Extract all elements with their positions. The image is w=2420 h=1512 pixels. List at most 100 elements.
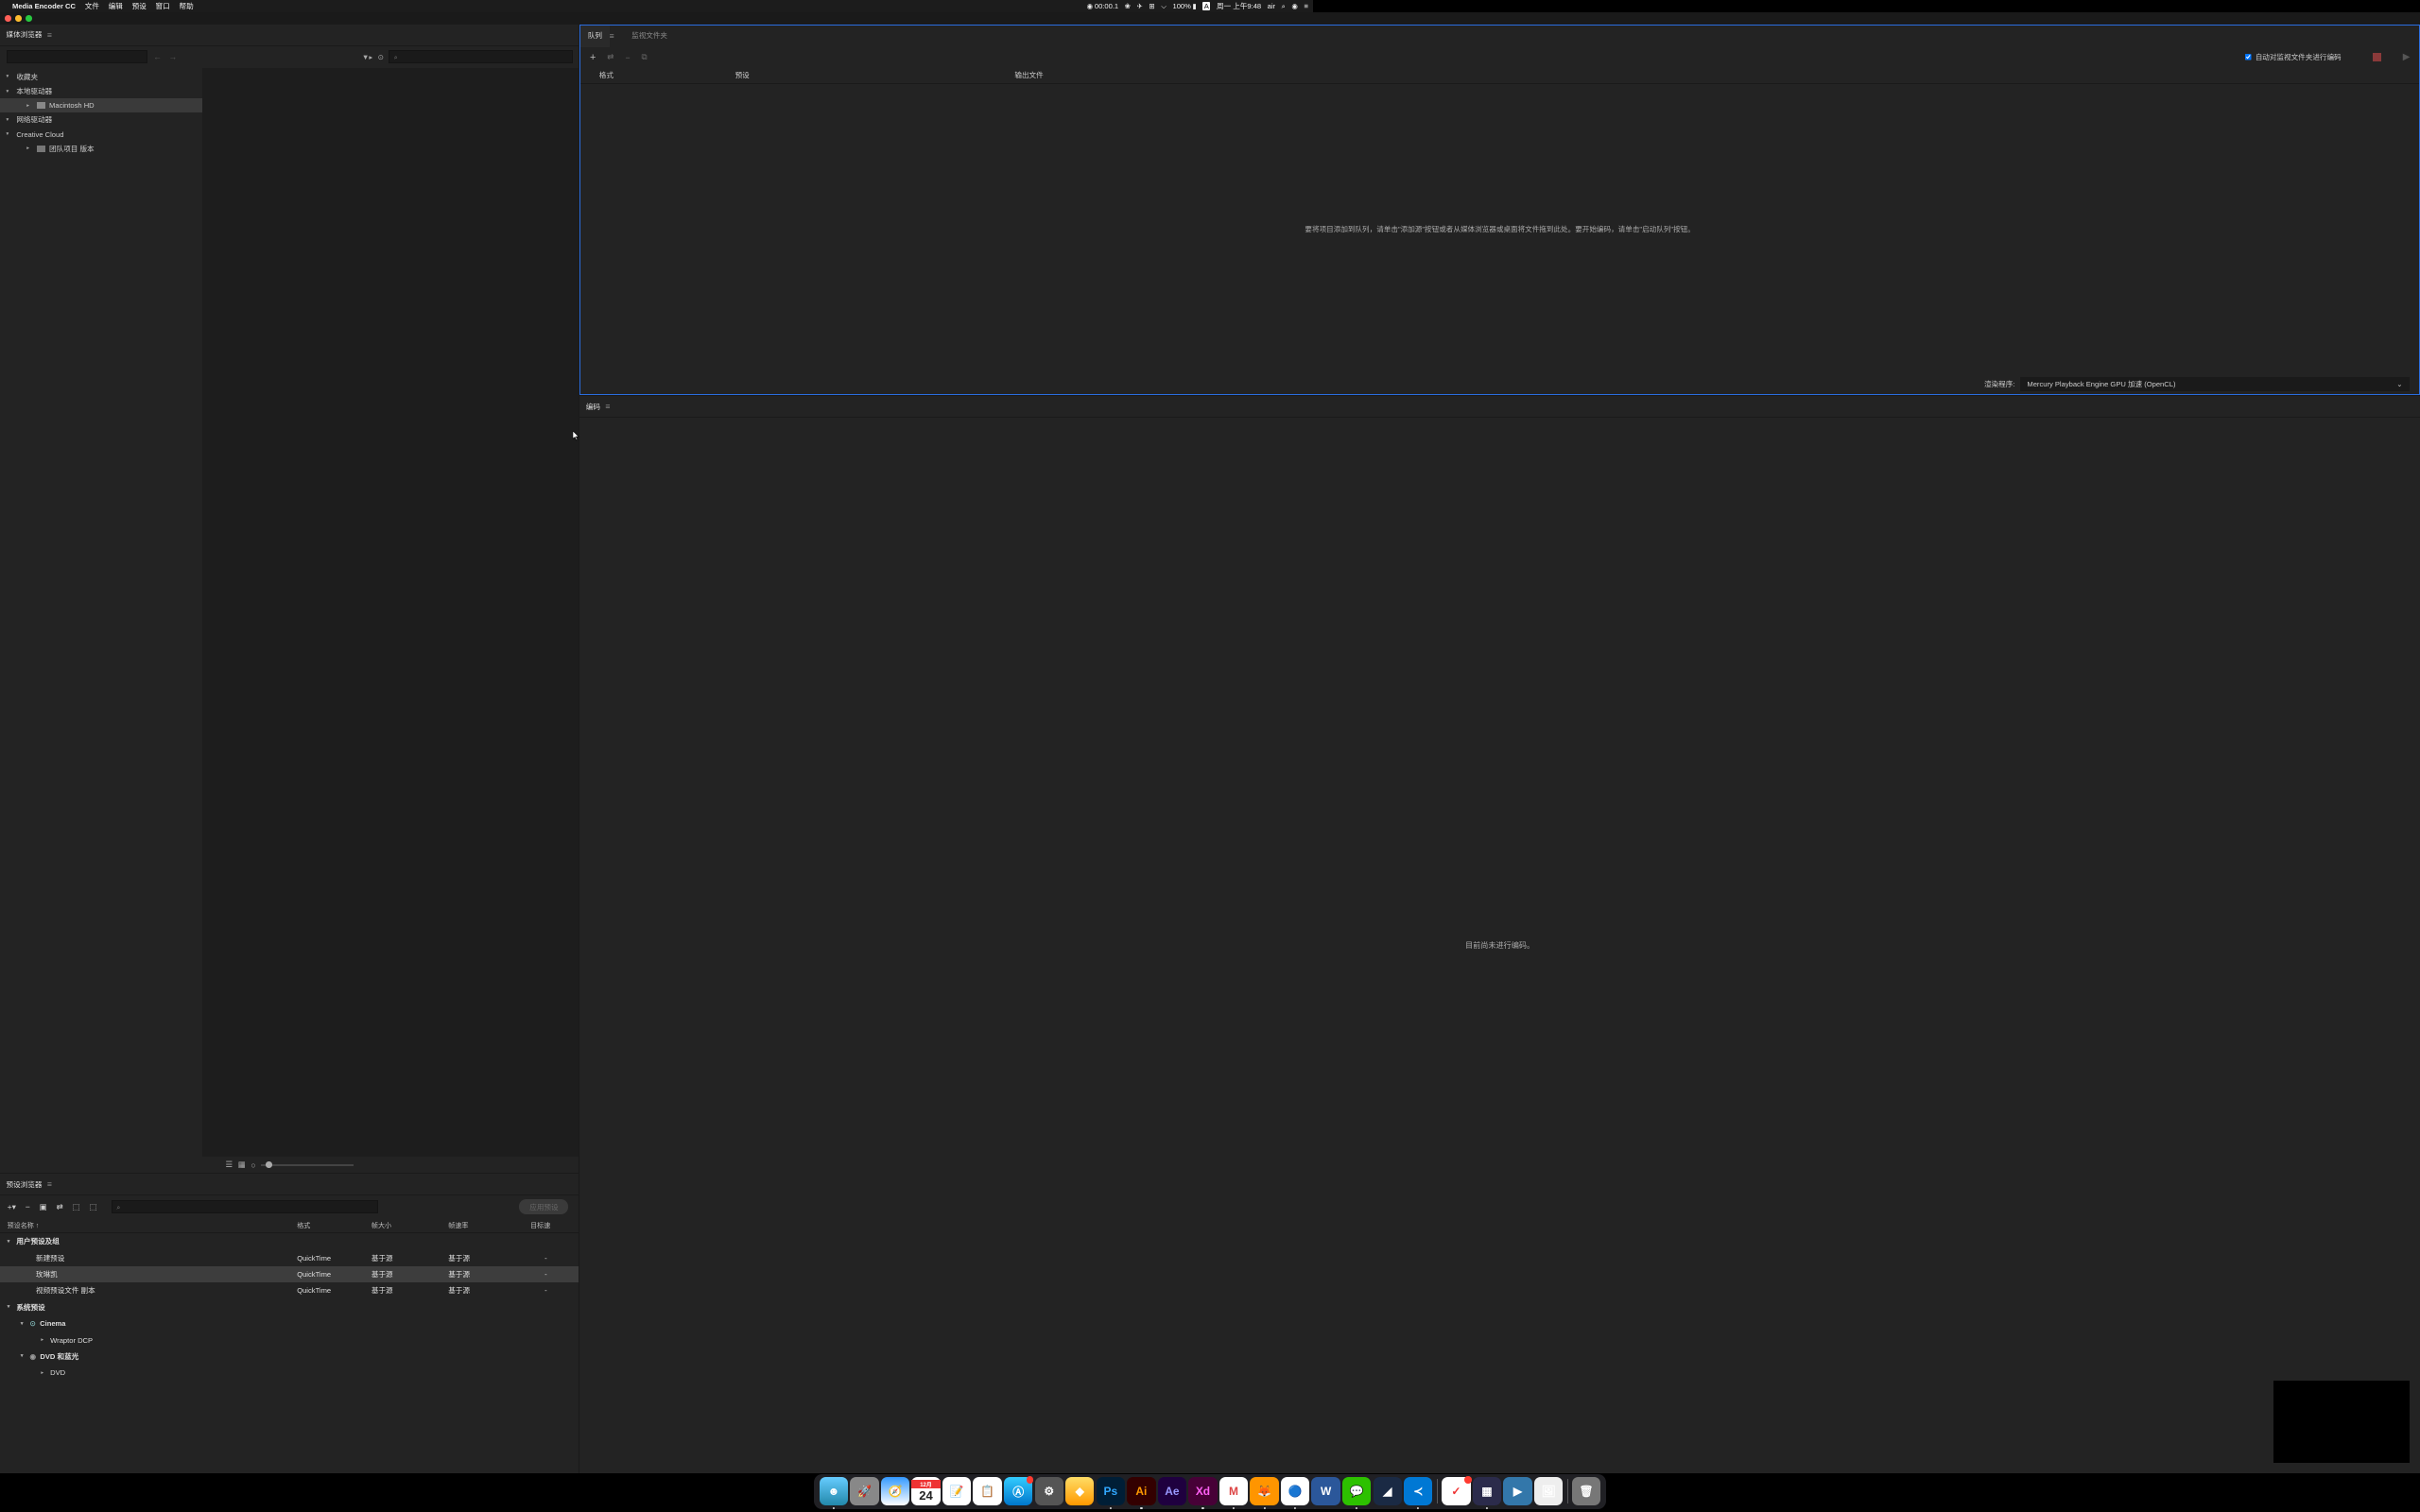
media-browser-content[interactable] (202, 68, 579, 1157)
header-format[interactable]: 格式 (599, 70, 735, 80)
preset-row[interactable]: 新建预设QuickTime基于源基于源- (0, 1250, 579, 1266)
header-format[interactable]: 格式 (297, 1221, 372, 1230)
settings-icon[interactable]: ⇄ (57, 1202, 63, 1212)
ingest-icon[interactable]: ⊙ (378, 53, 384, 61)
thumbnail-size-slider[interactable] (261, 1164, 354, 1166)
dock-finder[interactable]: ☻ (820, 1477, 848, 1505)
dock-calendar[interactable]: 12月24 (911, 1477, 940, 1505)
media-browser-path-dropdown[interactable] (7, 50, 147, 63)
dock-word[interactable]: W (1311, 1477, 1340, 1505)
dock-mediaencoder[interactable]: ▦ (1473, 1477, 1501, 1505)
dock-firefox[interactable]: 🦊 (1250, 1477, 1278, 1505)
dock-appstore[interactable]: Ⓐ (1004, 1477, 1032, 1505)
export-icon[interactable]: ⬚ (90, 1202, 97, 1212)
apply-preset-button[interactable]: 应用预设 (519, 1199, 568, 1213)
header-frame-size[interactable]: 帧大小 (372, 1221, 448, 1230)
preset-browser-title[interactable]: 预设浏览器 (7, 1179, 43, 1190)
dock-illustrator[interactable]: Ai (1127, 1477, 1155, 1505)
view-grid-icon[interactable]: ▦ (238, 1160, 246, 1170)
status-record[interactable]: ◉00:00.1 (1087, 2, 1119, 10)
status-battery[interactable]: 100% ▮ (1172, 2, 1196, 10)
add-preset-icon[interactable]: +▾ (8, 1202, 16, 1212)
encoding-title[interactable]: 编码 (586, 402, 600, 412)
dock-todoist[interactable]: ✓ (1442, 1477, 1470, 1505)
preset-group-dvd-bluray[interactable]: ▾◉DVD 和蓝光 (0, 1349, 579, 1365)
queue-empty-state[interactable]: 要将项目添加到队列，请单击"添加源"按钮或者从媒体浏览器或桌面将文件拖到此处。要… (580, 84, 2419, 374)
stop-queue-button[interactable] (2373, 53, 2381, 61)
header-name[interactable]: 预设名称 ↑ (8, 1221, 298, 1230)
dock-sketch[interactable]: ◆ (1065, 1477, 1094, 1505)
tree-network-drives[interactable]: ▾网络驱动器 (0, 112, 202, 127)
filter-icon[interactable]: ▼▸ (362, 53, 372, 61)
tree-team-projects[interactable]: ▸团队项目 版本 (0, 142, 202, 156)
dock-trash[interactable]: 🗑 (1572, 1477, 1600, 1505)
status-wechat-icon[interactable]: ❀ (1125, 2, 1131, 10)
import-icon[interactable]: ⬚ (73, 1202, 80, 1212)
dock-notes[interactable]: 📝 (942, 1477, 971, 1505)
status-datetime[interactable]: 周一 上午9:48 (1217, 1, 1261, 11)
dock-aftereffects[interactable]: Ae (1158, 1477, 1186, 1505)
preset-row[interactable]: 视频预设文件 副本QuickTime基于源基于源- (0, 1282, 579, 1298)
dock-launchpad[interactable]: 🚀 (850, 1477, 878, 1505)
menu-window[interactable]: 窗口 (156, 1, 170, 11)
menu-help[interactable]: 帮助 (179, 1, 193, 11)
preset-group-cinema[interactable]: ▾⊙Cinema (0, 1315, 579, 1332)
preset-search-input[interactable] (112, 1200, 378, 1213)
remove-preset-icon[interactable]: − (26, 1202, 30, 1211)
menu-edit[interactable]: 编辑 (109, 1, 123, 11)
dock-app1[interactable]: ◢ (1374, 1477, 1402, 1505)
header-frame-rate[interactable]: 帧速率 (448, 1221, 530, 1230)
header-preset[interactable]: 预设 (735, 70, 1015, 80)
dock-chrome[interactable]: 🔵 (1281, 1477, 1309, 1505)
siri-icon[interactable]: ◉ (1291, 2, 1298, 10)
view-list-icon[interactable]: ☰ (226, 1160, 233, 1170)
tab-queue[interactable]: 队列 (580, 26, 609, 47)
queue-menu-icon[interactable]: ≡ (610, 31, 614, 41)
start-queue-button[interactable]: ▶ (2403, 52, 2411, 62)
window-maximize-button[interactable] (26, 15, 32, 22)
nav-back-icon[interactable]: ← (152, 52, 163, 61)
status-input[interactable]: A (1202, 2, 1210, 10)
tab-watch-folders[interactable]: 监视文件夹 (625, 26, 675, 47)
dock-settings[interactable]: ⚙ (1035, 1477, 1063, 1505)
tree-local-drives[interactable]: ▾本地驱动器 (0, 84, 202, 98)
preset-group-wraptor[interactable]: ▸Wraptor DCP (0, 1332, 579, 1348)
menu-list-icon[interactable]: ≡ (1304, 2, 1307, 10)
menu-preset[interactable]: 预设 (132, 1, 147, 11)
add-watch-icon[interactable]: ⇄ (607, 52, 614, 62)
dock-wechat[interactable]: 💬 (1342, 1477, 1371, 1505)
app-name[interactable]: Media Encoder CC (12, 2, 76, 10)
status-wifi-icon[interactable]: ⌵ (1161, 2, 1167, 11)
menu-file[interactable]: 文件 (85, 1, 99, 11)
renderer-dropdown[interactable]: Mercury Playback Engine GPU 加速 (OpenCL) … (2020, 377, 2410, 391)
header-target[interactable]: 目标速 (530, 1221, 562, 1230)
tree-macintosh-hd[interactable]: ▸Macintosh HD (0, 98, 202, 112)
status-send-icon[interactable]: ✈ (1137, 2, 1143, 10)
preset-row[interactable]: 玫琳凯QuickTime基于源基于源- (0, 1266, 579, 1282)
spotlight-icon[interactable]: ⌕ (1282, 2, 1286, 11)
status-grid-icon[interactable]: ⊞ (1149, 2, 1154, 10)
dock-reminders[interactable]: 📋 (973, 1477, 1001, 1505)
preset-group-dvd[interactable]: ▸DVD (0, 1365, 579, 1381)
header-output[interactable]: 输出文件 (1014, 70, 2419, 80)
media-browser-menu-icon[interactable]: ≡ (47, 30, 52, 40)
dock-xd[interactable]: Xd (1188, 1477, 1217, 1505)
dock-gmail[interactable]: M (1219, 1477, 1248, 1505)
nav-forward-icon[interactable]: → (167, 52, 178, 61)
dock-vscode[interactable]: ≺ (1404, 1477, 1432, 1505)
tree-favorites[interactable]: ▾收藏夹 (0, 70, 202, 84)
remove-icon[interactable]: − (626, 53, 631, 62)
add-source-icon[interactable]: + (590, 52, 596, 63)
dock-preview[interactable]: 🖼 (1534, 1477, 1563, 1505)
window-close-button[interactable] (5, 15, 11, 22)
new-group-icon[interactable]: ▣ (40, 1202, 47, 1212)
media-browser-title[interactable]: 媒体浏览器 (7, 29, 43, 40)
dock-player[interactable]: ▶ (1503, 1477, 1531, 1505)
dock-photoshop[interactable]: Ps (1097, 1477, 1125, 1505)
dock-safari[interactable]: 🧭 (881, 1477, 909, 1505)
preset-group-user[interactable]: ▾用户预设及组 (0, 1233, 579, 1249)
media-browser-search-input[interactable] (389, 50, 572, 63)
preset-group-system[interactable]: ▾系统预设 (0, 1299, 579, 1315)
tree-creative-cloud[interactable]: ▾Creative Cloud (0, 127, 202, 141)
preset-browser-menu-icon[interactable]: ≡ (47, 1179, 52, 1189)
